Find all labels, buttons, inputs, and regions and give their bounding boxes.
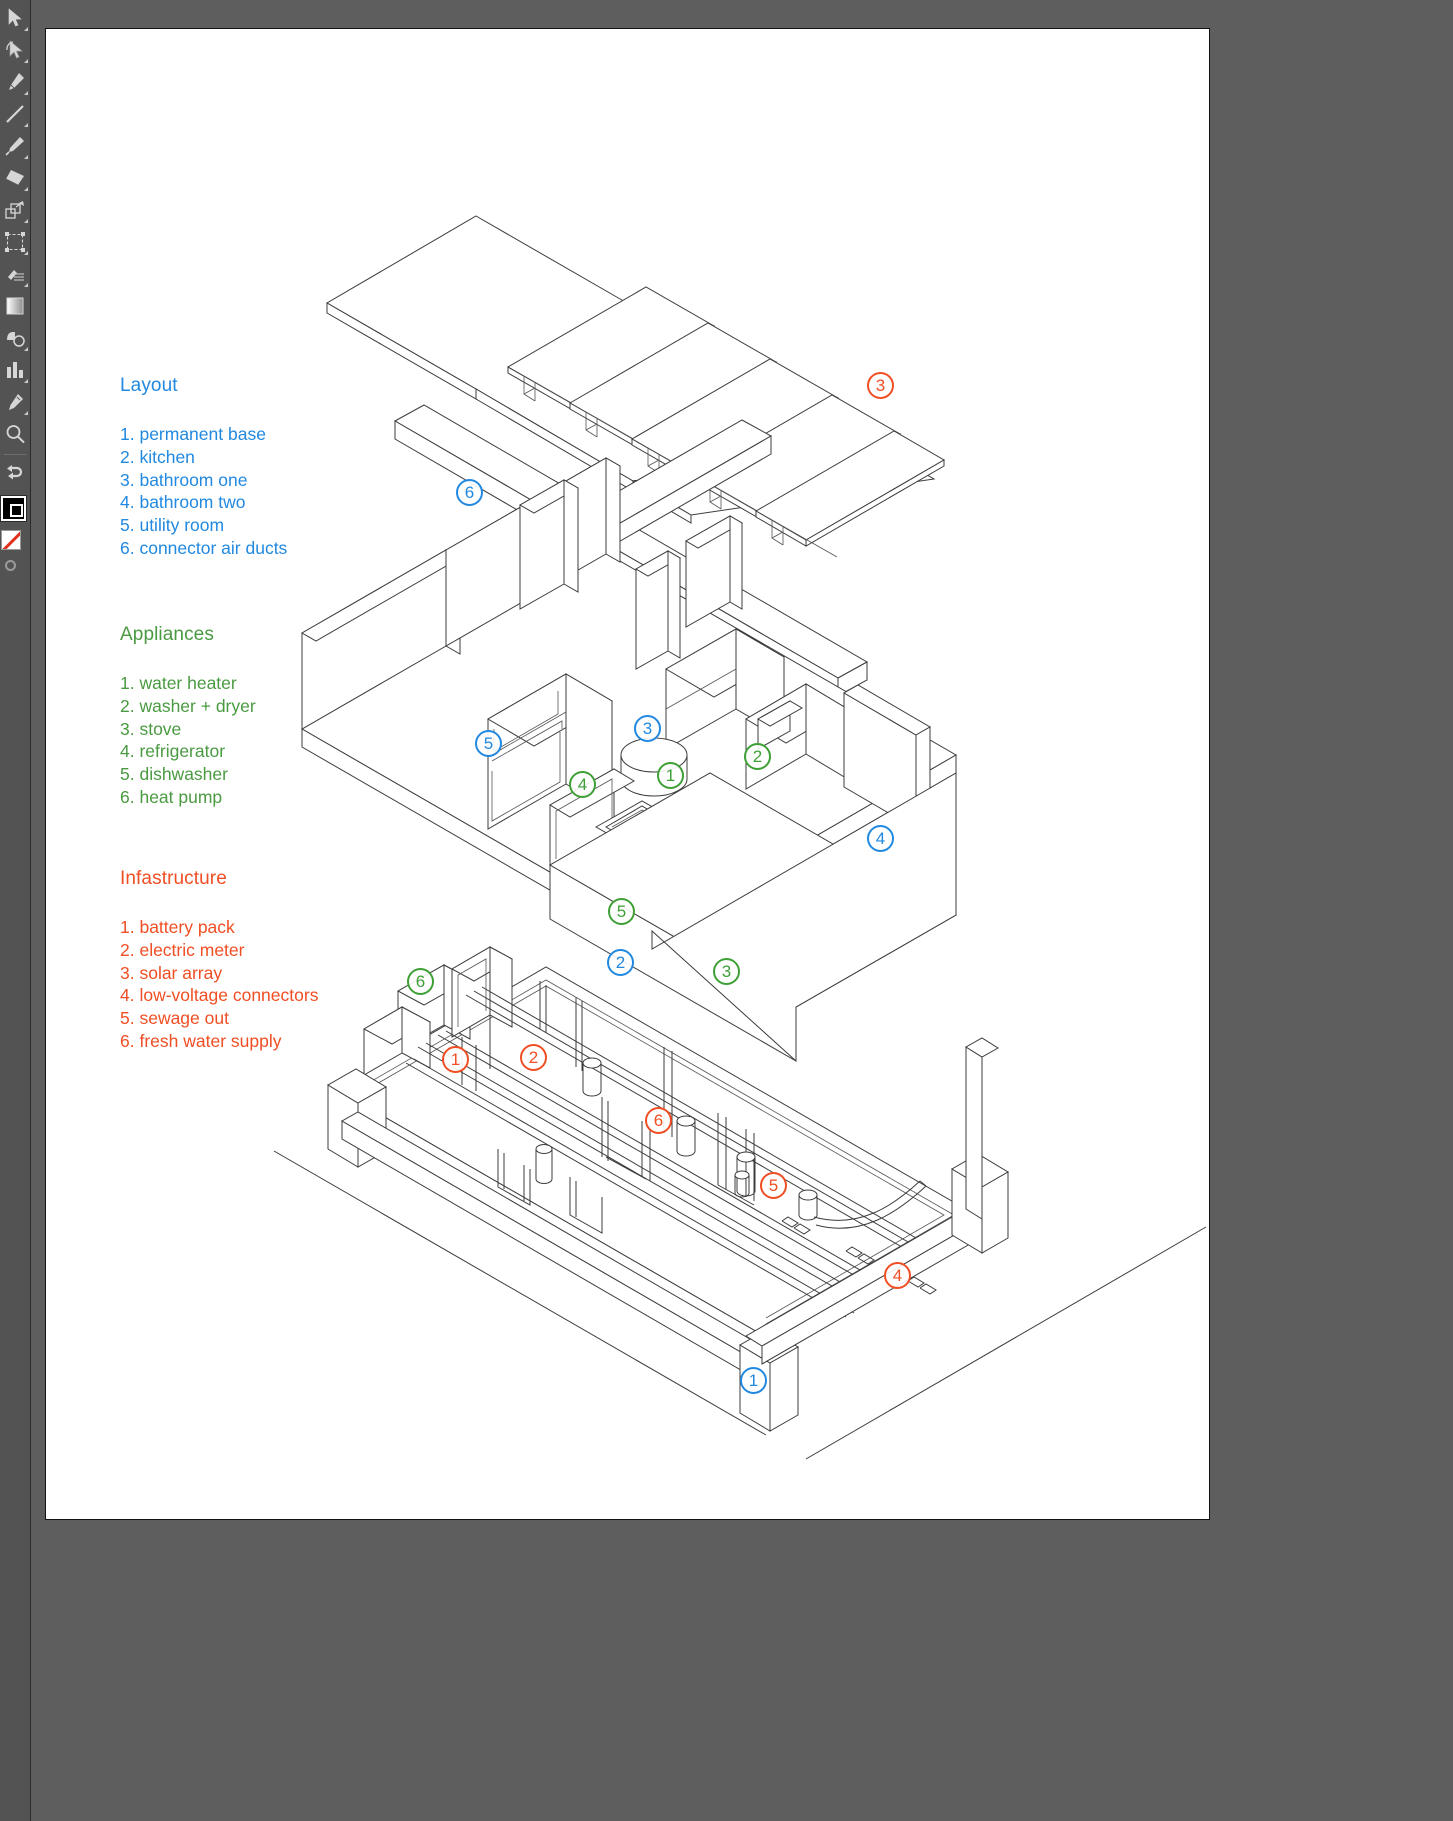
tool-flyout-indicator bbox=[24, 283, 28, 287]
gradient-tool[interactable] bbox=[0, 290, 30, 322]
callout-layout-3[interactable]: 3 bbox=[634, 715, 661, 742]
tool-flyout-indicator bbox=[24, 91, 28, 95]
callout-infastructure-3[interactable]: 3 bbox=[867, 372, 894, 399]
callout-appliances-5[interactable]: 5 bbox=[608, 898, 635, 925]
eyedropper-tool[interactable] bbox=[0, 386, 30, 418]
callout-appliances-2[interactable]: 2 bbox=[744, 743, 771, 770]
callout-layout-2[interactable]: 2 bbox=[607, 949, 634, 976]
callout-layout-5[interactable]: 5 bbox=[475, 730, 502, 757]
callout-appliances-1[interactable]: 1 bbox=[657, 762, 684, 789]
none-swatch[interactable] bbox=[1, 530, 21, 550]
tool-flyout-indicator bbox=[24, 347, 28, 351]
tool-flyout-indicator bbox=[24, 155, 28, 159]
tool-flyout-indicator bbox=[24, 219, 28, 223]
illustrator-window: Layout 1. permanent base 2. kitchen 3. b… bbox=[0, 0, 1453, 1821]
zoom-tool[interactable] bbox=[0, 418, 30, 450]
direct-selection-tool[interactable] bbox=[0, 34, 30, 66]
callout-infastructure-6[interactable]: 6 bbox=[645, 1107, 672, 1134]
tool-flyout-indicator bbox=[24, 251, 28, 255]
callout-infastructure-2[interactable]: 2 bbox=[520, 1044, 547, 1071]
callout-appliances-3[interactable]: 3 bbox=[713, 958, 740, 985]
callout-appliances-4[interactable]: 4 bbox=[569, 771, 596, 798]
callout-layout-1[interactable]: 1 bbox=[740, 1367, 767, 1394]
tool-flyout-indicator bbox=[24, 27, 28, 31]
fill-stroke-swatches[interactable] bbox=[0, 495, 30, 554]
gradient-swatch-icon[interactable] bbox=[5, 560, 16, 571]
tool-flyout-indicator bbox=[24, 123, 28, 127]
stroke-swatch-inner bbox=[10, 504, 23, 517]
line-segment-tool[interactable] bbox=[0, 98, 30, 130]
tool-flyout-indicator bbox=[24, 411, 28, 415]
tool-panel[interactable] bbox=[0, 0, 31, 1821]
tool-flyout-indicator bbox=[24, 379, 28, 383]
rotate-tool[interactable] bbox=[0, 194, 30, 226]
stroke-swatch[interactable] bbox=[0, 495, 27, 522]
callout-layout-4[interactable]: 4 bbox=[867, 825, 894, 852]
pen-tool[interactable] bbox=[0, 66, 30, 98]
canvas-area[interactable]: Layout 1. permanent base 2. kitchen 3. b… bbox=[31, 0, 1453, 1821]
callout-appliances-6[interactable]: 6 bbox=[407, 968, 434, 995]
toolbar-divider bbox=[4, 454, 26, 455]
artboard: Layout 1. permanent base 2. kitchen 3. b… bbox=[45, 28, 1210, 1520]
exploded-isometric-drawing bbox=[46, 29, 1211, 1521]
shape-builder-tool[interactable] bbox=[0, 258, 30, 290]
selection-tool[interactable] bbox=[0, 2, 30, 34]
callout-infastructure-1[interactable]: 1 bbox=[442, 1046, 469, 1073]
tool-flyout-indicator bbox=[24, 187, 28, 191]
column-graph-tool[interactable] bbox=[0, 354, 30, 386]
blend-tool[interactable] bbox=[0, 322, 30, 354]
swap-fill-stroke-tool[interactable] bbox=[0, 458, 30, 490]
tool-flyout-indicator bbox=[24, 59, 28, 63]
eraser-tool[interactable] bbox=[0, 162, 30, 194]
callout-infastructure-4[interactable]: 4 bbox=[884, 1262, 911, 1289]
paintbrush-tool[interactable] bbox=[0, 130, 30, 162]
callout-infastructure-5[interactable]: 5 bbox=[760, 1172, 787, 1199]
free-transform-tool[interactable] bbox=[0, 226, 30, 258]
callout-layout-6[interactable]: 6 bbox=[456, 479, 483, 506]
